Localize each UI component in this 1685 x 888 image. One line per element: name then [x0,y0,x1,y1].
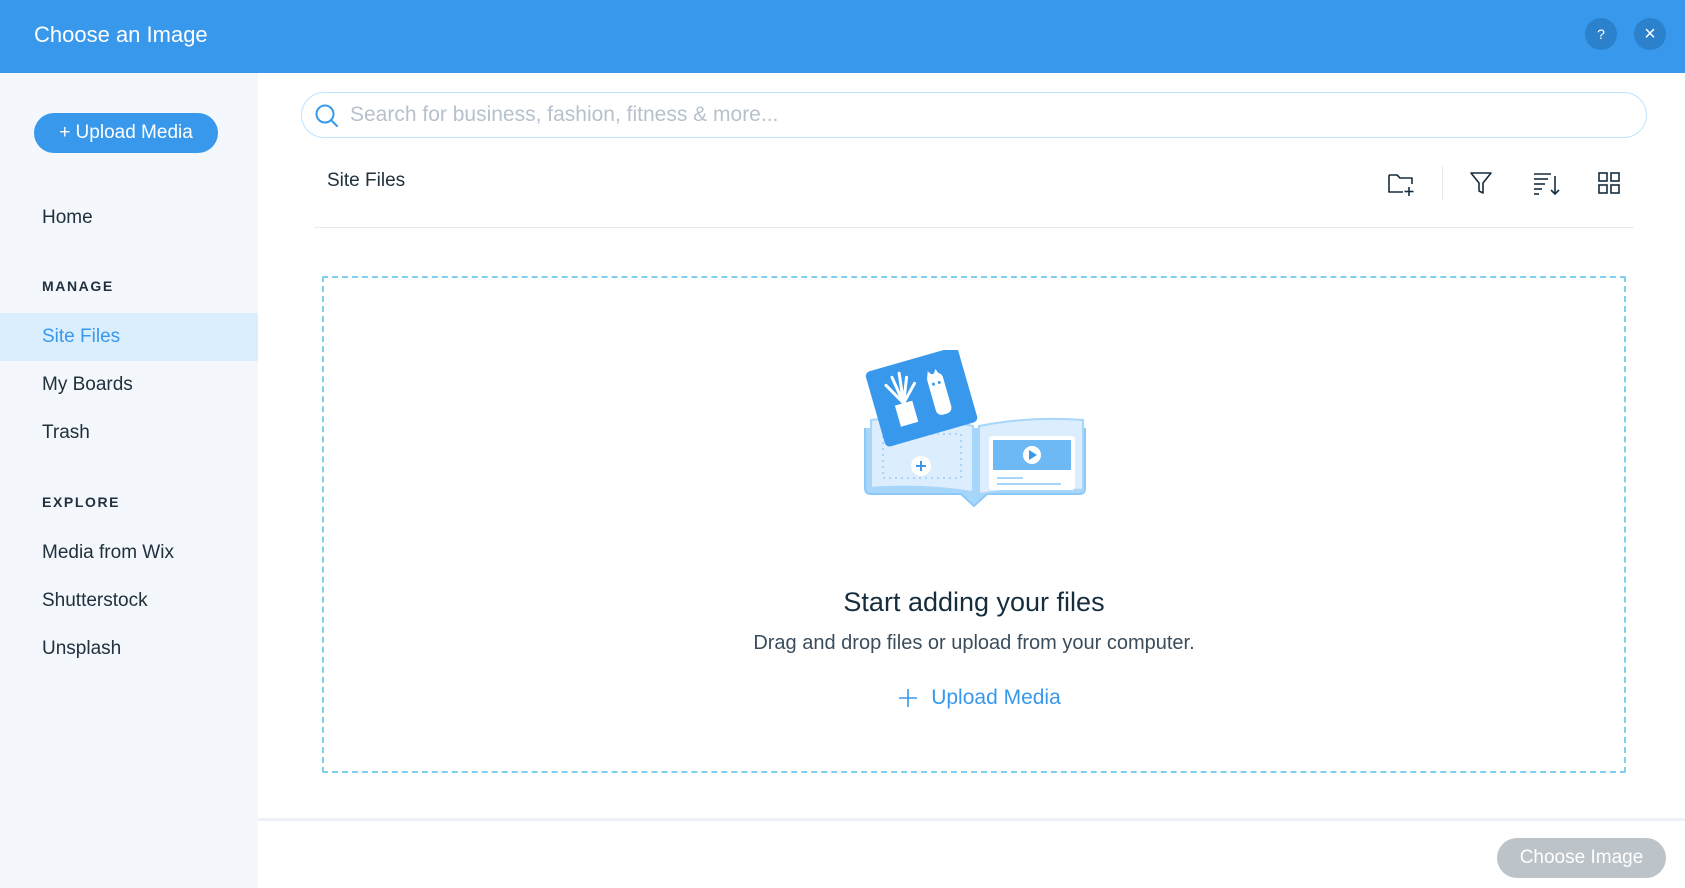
search-input[interactable] [350,93,1630,137]
choose-image-button[interactable]: Choose Image [1497,838,1666,878]
close-button[interactable]: × [1634,18,1666,50]
sidebar-item-site-files[interactable]: Site Files [0,313,258,361]
sidebar: + Upload Media Home MANAGE Site Files My… [0,73,258,888]
section-label-manage: MANAGE [42,278,114,294]
folder-title: Site Files [327,170,406,191]
dialog-title: Choose an Image [34,22,208,47]
empty-state-illustration [864,350,1086,508]
sidebar-item-media-from-wix[interactable]: Media from Wix [0,529,258,577]
toolbar-separator [314,227,1634,228]
help-button[interactable]: ? [1585,18,1617,50]
toolbar-divider [1442,166,1443,200]
section-label-explore: EXPLORE [42,494,121,510]
dropzone-upload-link[interactable]: Upload Media [894,682,1064,714]
sidebar-item-my-boards[interactable]: My Boards [0,361,258,409]
new-folder-icon[interactable] [1386,168,1416,198]
empty-state-subtitle: Drag and drop files or upload from your … [753,632,1195,654]
sidebar-item-shutterstock[interactable]: Shutterstock [0,577,258,625]
sidebar-item-trash[interactable]: Trash [0,409,258,457]
sort-icon[interactable] [1531,168,1561,198]
file-dropzone[interactable]: Start adding your files Drag and drop fi… [322,276,1626,773]
filter-icon[interactable] [1466,168,1496,198]
search-bar [301,92,1647,138]
sidebar-item-unsplash[interactable]: Unsplash [0,625,258,673]
grid-view-icon[interactable] [1594,168,1624,198]
close-icon: × [1644,23,1656,45]
search-icon [315,104,338,127]
empty-state-title: Start adding your files [843,587,1105,617]
sidebar-item-home[interactable]: Home [0,194,258,242]
dialog-header: Choose an Image ? × [0,0,1685,73]
plus-icon [899,689,918,707]
footer-separator [258,818,1685,821]
dropzone-upload-label: Upload Media [931,686,1061,709]
help-icon: ? [1597,26,1605,42]
upload-media-button[interactable]: + Upload Media [34,113,218,153]
